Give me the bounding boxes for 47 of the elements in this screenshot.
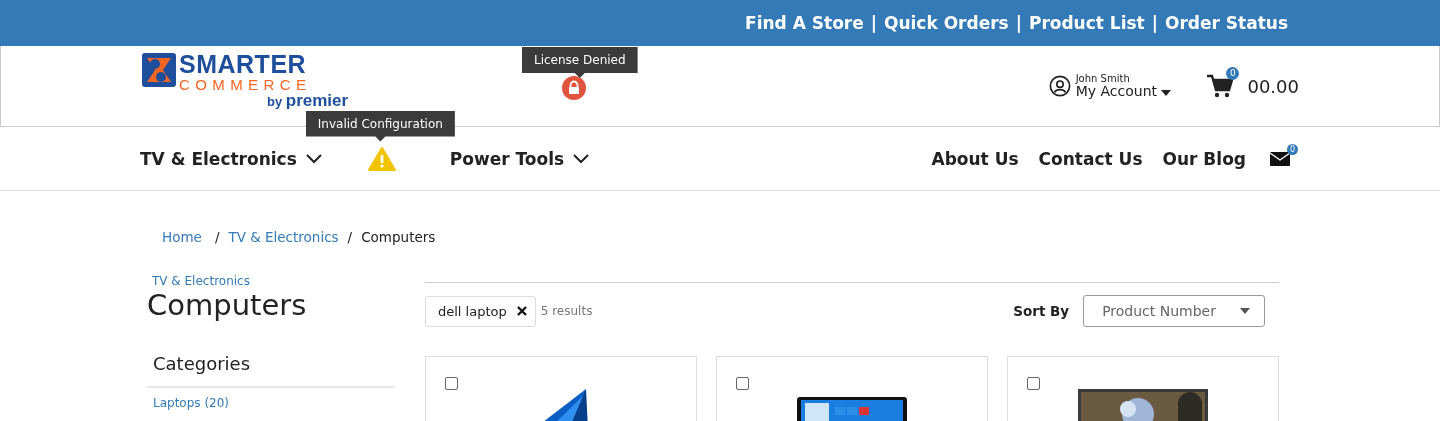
compare-checkbox[interactable]: [445, 377, 458, 390]
nav-link[interactable]: About Us: [931, 148, 1019, 169]
top-link[interactable]: Quick Orders: [883, 13, 1009, 33]
category-link[interactable]: Laptops (20): [153, 395, 395, 410]
top-link[interactable]: Find A Store: [745, 13, 864, 33]
chevron-down-icon: [305, 153, 322, 164]
sort-label: Sort By: [1013, 303, 1070, 319]
logo-mark-icon: [141, 51, 177, 88]
cart-count-badge: 0: [1226, 67, 1240, 80]
cart-total: 00.00: [1247, 75, 1299, 97]
tooltip: License Denied: [522, 47, 638, 78]
link-separator: |: [1151, 13, 1158, 33]
parent-category-link[interactable]: TV & Electronics: [152, 274, 395, 288]
user-icon: [1048, 75, 1071, 97]
nav-menu-item[interactable]: TV & Electronics: [140, 148, 322, 169]
caret-icon: [1161, 89, 1172, 96]
logo-wordmark: SMARTER: [179, 51, 308, 77]
caret-icon: [1240, 308, 1250, 314]
chevron-down-icon: [573, 153, 590, 164]
breadcrumb-separator: /: [347, 229, 353, 245]
compare-checkbox[interactable]: [736, 377, 749, 390]
breadcrumb-separator: /: [214, 229, 220, 245]
top-link[interactable]: Product List: [1028, 13, 1145, 33]
breadcrumb-link[interactable]: Home: [162, 229, 202, 245]
link-separator: |: [870, 13, 877, 33]
top-link[interactable]: Order Status: [1164, 13, 1288, 33]
tooltip: Invalid Configuration: [305, 110, 455, 142]
link-separator: |: [1015, 13, 1022, 33]
logo-byline: by premier: [267, 91, 349, 109]
mail-icon[interactable]: [1270, 151, 1290, 166]
nav-link[interactable]: Our Blog: [1162, 148, 1246, 169]
breadcrumb-current: Computers: [361, 229, 436, 245]
nav-menu-item[interactable]: Power Tools: [449, 148, 590, 169]
filter-chip[interactable]: dell laptop: [425, 295, 536, 327]
section-heading: Categories: [147, 322, 395, 388]
sort-dropdown[interactable]: Product Number: [1083, 295, 1265, 327]
message-count-badge: 0: [1287, 143, 1298, 155]
logo-subtitle: COMMERCE: [179, 76, 313, 92]
account-menu[interactable]: John Smith My Account: [1048, 72, 1172, 100]
close-icon[interactable]: [516, 306, 527, 316]
compare-checkbox[interactable]: [1027, 377, 1040, 390]
nav-link[interactable]: Contact Us: [1038, 148, 1143, 169]
cart-icon[interactable]: [1207, 74, 1234, 98]
lock-icon[interactable]: [562, 76, 586, 100]
page-title: Computers: [147, 288, 308, 323]
result-count: 5 results: [540, 304, 593, 318]
breadcrumb-link[interactable]: TV & Electronics: [228, 229, 339, 245]
